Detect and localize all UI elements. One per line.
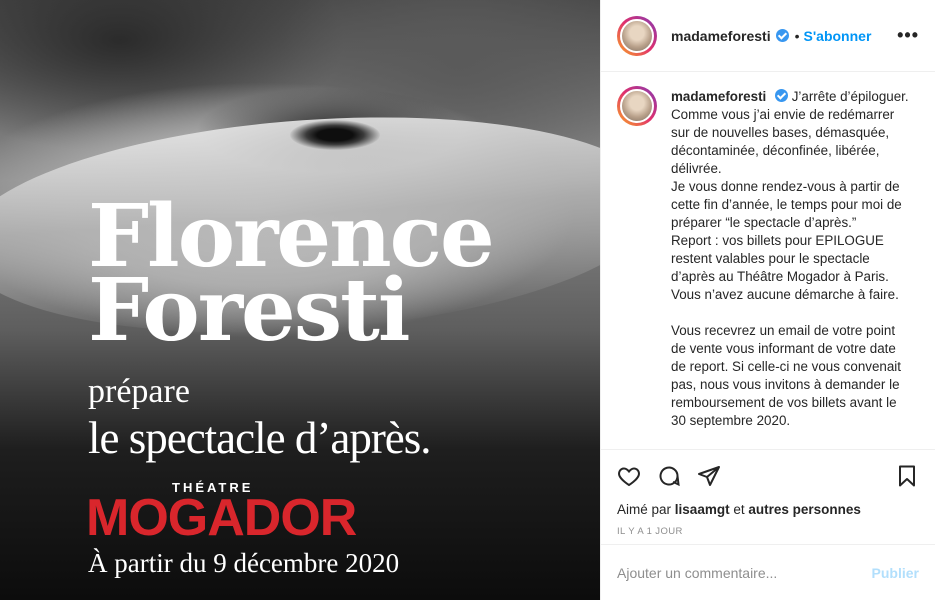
action-bar <box>601 456 935 496</box>
verified-badge-icon <box>775 29 789 42</box>
comment-icon[interactable] <box>657 464 681 488</box>
avatar[interactable] <box>620 18 654 53</box>
comments-area[interactable]: madameforesti J’arrête d’épiloguer. Comm… <box>601 72 935 450</box>
caption-line: J’arrête d’épiloguer. <box>791 89 909 104</box>
bookmark-icon[interactable] <box>895 464 919 488</box>
share-icon[interactable] <box>697 464 721 488</box>
poster-subtitle-2: le spectacle d’après. <box>88 413 432 463</box>
comment-input[interactable] <box>617 564 872 581</box>
heart-icon[interactable] <box>617 464 641 488</box>
follow-button[interactable]: S'abonner <box>804 28 872 44</box>
caption-line: Report : vos billets pour EPILOGUE reste… <box>671 233 899 302</box>
post-timestamp[interactable]: IL Y A 1 JOUR <box>601 526 935 537</box>
likes-user-link[interactable]: lisaamgt <box>675 502 730 517</box>
venue-name: MOGADOR <box>86 489 357 547</box>
caption-line: Comme vous j’ai envie de redémarrer sur … <box>671 107 899 176</box>
publish-button[interactable]: Publier <box>872 565 919 581</box>
caption-username[interactable]: madameforesti <box>671 89 766 104</box>
likes-summary: Aimé par lisaamgt et autres personnes <box>601 502 935 517</box>
poster-title: Florence Foresti <box>88 194 495 354</box>
eye-shape <box>290 120 380 150</box>
add-comment-bar: Publier <box>601 544 935 600</box>
caption-body: madameforesti J’arrête d’épiloguer. Comm… <box>671 88 911 430</box>
instagram-post: Florence Foresti prépare le spectacle d’… <box>0 0 935 600</box>
separator-dot: • <box>794 27 800 44</box>
likes-prefix: Aimé par <box>617 502 672 517</box>
caption-line: Vous recevrez un email de votre point de… <box>671 323 905 428</box>
header-username[interactable]: madameforesti <box>671 28 771 44</box>
caption-story-ring[interactable] <box>617 86 657 126</box>
post-side-panel: madameforesti • S'abonner ••• madamefore… <box>600 0 935 600</box>
poster-date: À partir du 9 décembre 2020 <box>88 548 400 578</box>
post-image[interactable]: Florence Foresti prépare le spectacle d’… <box>0 0 600 600</box>
verified-badge-icon <box>775 89 788 102</box>
poster-subtitle-1: prépare <box>88 373 190 410</box>
likes-connector: et <box>733 502 745 517</box>
post-header: madameforesti • S'abonner ••• <box>601 0 935 72</box>
likes-others-link[interactable]: autres personnes <box>748 502 861 517</box>
caption-line: Je vous donne rendez-vous à partir de ce… <box>671 179 906 230</box>
more-options-icon[interactable]: ••• <box>897 25 919 46</box>
caption: madameforesti J’arrête d’épiloguer. Comm… <box>617 86 919 430</box>
story-ring[interactable] <box>617 15 657 56</box>
caption-avatar[interactable] <box>620 89 654 123</box>
